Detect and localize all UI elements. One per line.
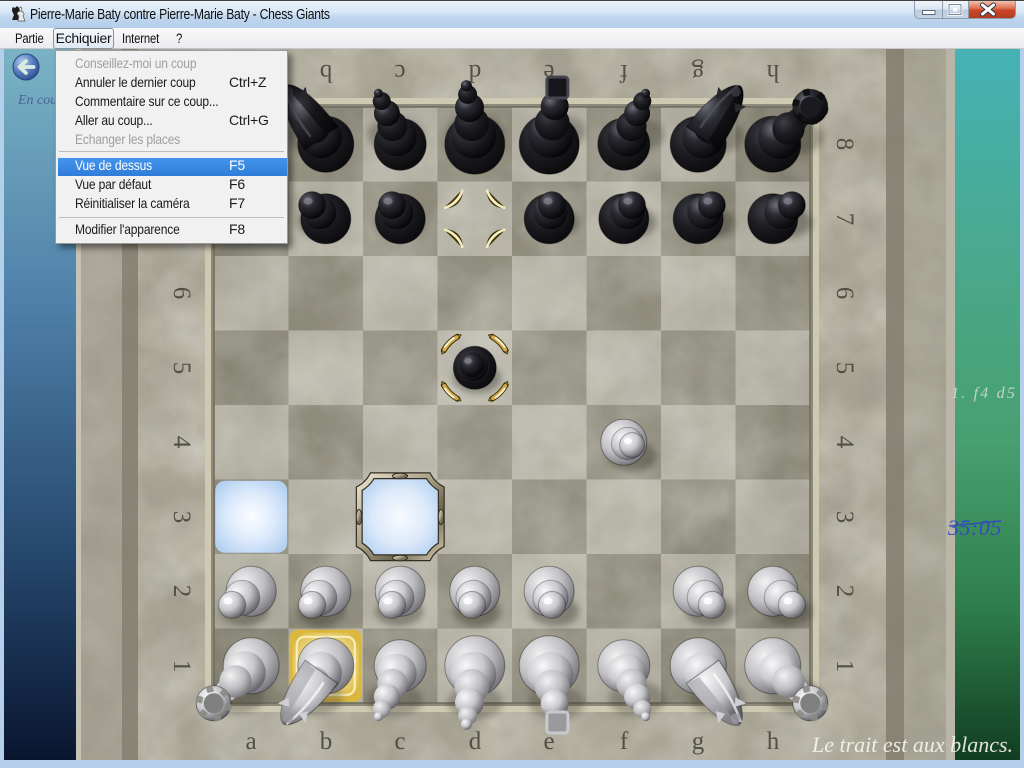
svg-text:1: 1 — [831, 660, 858, 673]
svg-text:1: 1 — [168, 660, 195, 673]
svg-text:h: h — [766, 59, 779, 86]
svg-text:3: 3 — [831, 511, 858, 524]
svg-text:f: f — [619, 59, 628, 86]
svg-text:1. f4 d5: 1. f4 d5 — [951, 385, 1017, 402]
svg-text:35:05: 35:05 — [947, 515, 1002, 540]
svg-text:h: h — [767, 728, 780, 755]
svg-text:8: 8 — [831, 138, 858, 151]
svg-text:c: c — [394, 59, 405, 86]
svg-text:f: f — [620, 728, 629, 755]
svg-text:Le trait est aux blancs.: Le trait est aux blancs. — [811, 732, 1013, 757]
svg-text:5: 5 — [831, 362, 858, 375]
svg-text:6: 6 — [168, 287, 195, 300]
svg-text:g: g — [691, 59, 704, 86]
svg-text:a: a — [245, 728, 256, 755]
svg-text:g: g — [692, 728, 705, 755]
svg-text:4: 4 — [831, 436, 858, 449]
svg-text:3: 3 — [168, 511, 195, 524]
svg-text:2: 2 — [168, 585, 195, 598]
svg-text:b: b — [320, 59, 333, 86]
svg-text:d: d — [469, 728, 482, 755]
svg-text:6: 6 — [831, 287, 858, 300]
svg-text:c: c — [394, 728, 405, 755]
svg-text:b: b — [320, 728, 333, 755]
svg-text:5: 5 — [168, 362, 195, 375]
svg-text:2: 2 — [831, 585, 858, 598]
svg-text:4: 4 — [168, 436, 195, 449]
svg-text:7: 7 — [831, 213, 858, 226]
